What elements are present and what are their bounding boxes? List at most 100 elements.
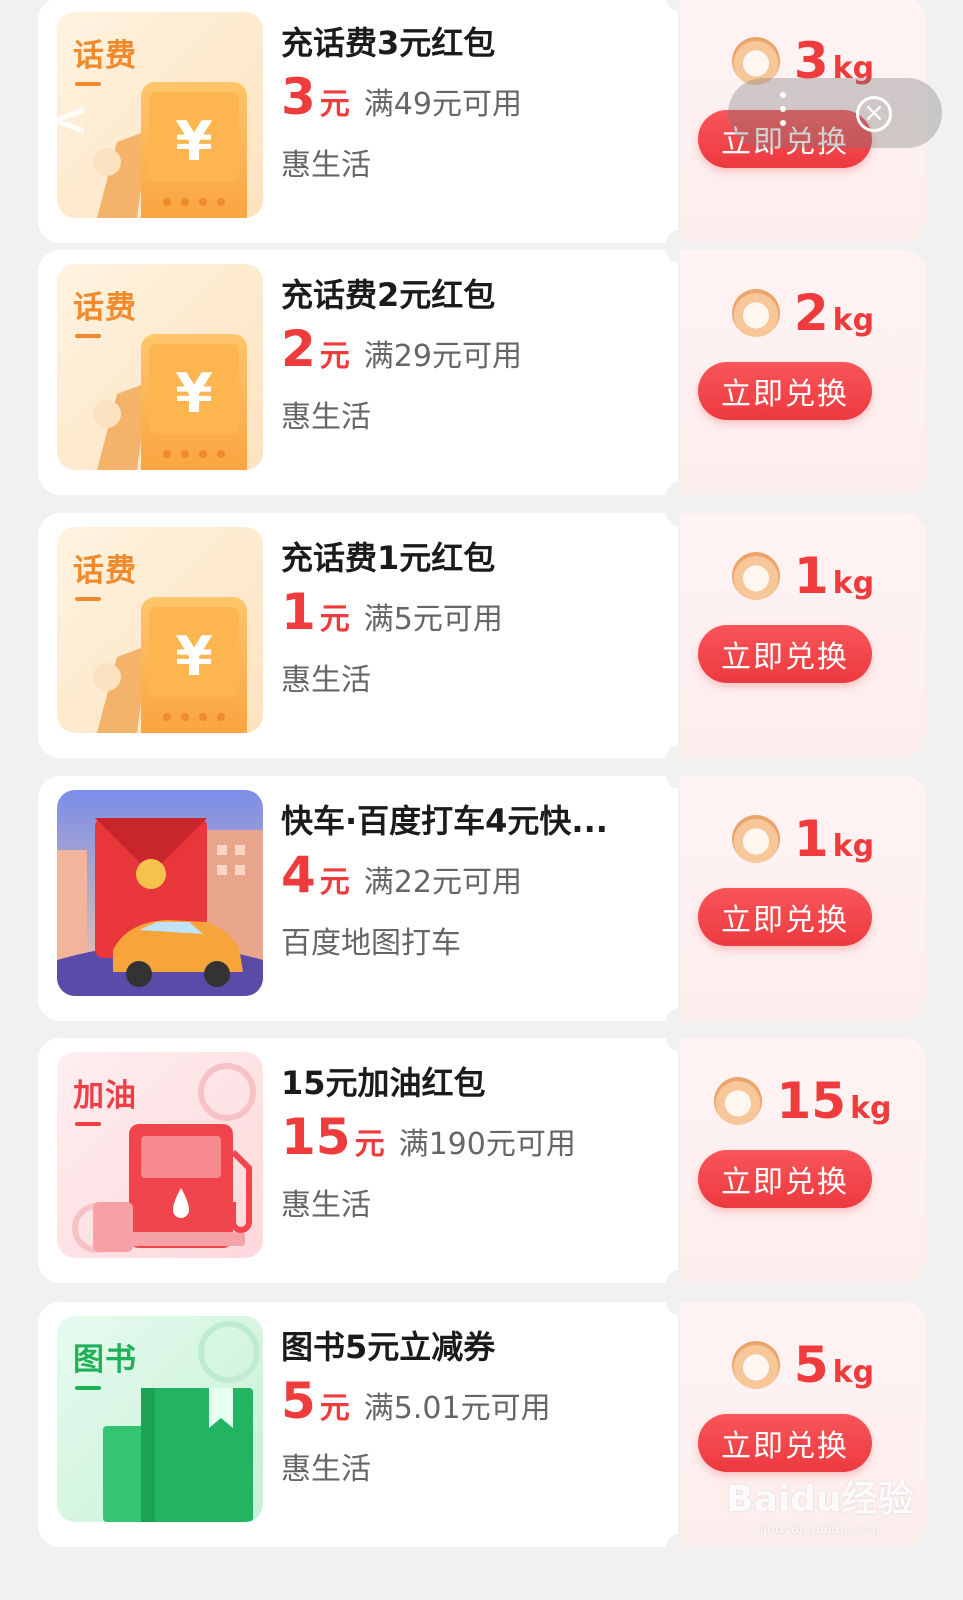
cost-amount: 1	[793, 547, 829, 605]
price-row: 4 元满22元可用	[281, 846, 522, 904]
cost-unit: kg	[832, 1354, 875, 1390]
card-info-panel: 图书 图书5元立减券 5 元满5.01元可用 惠生活	[38, 1302, 678, 1547]
coupon-amount-unit: 元	[319, 602, 350, 637]
price-row: 15 元满190元可用	[281, 1108, 576, 1166]
coupon-thumbnail: 图书	[57, 1316, 263, 1522]
usage-condition: 满22元可用	[363, 865, 522, 900]
watermark-logo: Baidu经验	[726, 1479, 914, 1520]
energy-coin-icon	[731, 552, 780, 600]
close-circle-icon[interactable]: ×	[856, 96, 892, 132]
card-info-panel: ¥ 话费 充话费2元红包 2 元满29元可用 惠生活	[38, 250, 678, 495]
redeem-button[interactable]: 立即兑换	[698, 362, 872, 420]
card-redeem-panel: 15 kg 立即兑换	[680, 1038, 926, 1283]
card-redeem-panel: 1 kg 立即兑换	[680, 776, 926, 1021]
mini-program-capsule: ×	[728, 78, 942, 148]
usage-condition: 满5元可用	[363, 602, 503, 637]
card-info-panel: 快车·百度打车4元快... 4 元满22元可用 百度地图打车	[38, 776, 678, 1021]
energy-coin-icon	[731, 1341, 780, 1389]
reward-card[interactable]: 加油 15元加油红包 15 元满190元可用 惠生活 15 kg 立即兑换	[38, 1025, 926, 1296]
cost-unit: kg	[832, 302, 875, 338]
price-row: 2 元满29元可用	[281, 320, 522, 378]
thumb-label-underline	[75, 334, 101, 338]
coupon-amount-unit: 元	[354, 1127, 385, 1162]
svg-text:¥: ¥	[175, 110, 213, 173]
merchant-name: 百度地图打车	[281, 926, 461, 961]
price-row: 1 元满5元可用	[281, 583, 503, 641]
coupon-thumbnail: 加油	[57, 1052, 263, 1258]
watermark: Baidu经验 jingyan.baidu.com	[726, 1470, 913, 1537]
cost-unit: kg	[832, 565, 875, 601]
reward-card[interactable]: 快车·百度打车4元快... 4 元满22元可用 百度地图打车 1 kg 立即兑换	[38, 763, 926, 1034]
merchant-name: 惠生活	[281, 400, 371, 435]
price-row: 5 元满5.01元可用	[281, 1372, 551, 1430]
cost-amount: 15	[776, 1072, 847, 1130]
merchant-name: 惠生活	[281, 1452, 371, 1487]
reward-card[interactable]: ¥ 话费 充话费1元红包 1 元满5元可用 惠生活 1 kg 立即兑换	[38, 500, 926, 771]
coupon-amount-unit: 元	[319, 865, 350, 900]
more-dot	[780, 106, 786, 112]
card-info-panel: ¥ 话费 充话费1元红包 1 元满5元可用 惠生活	[38, 513, 678, 758]
coupon-amount-unit: 元	[319, 87, 350, 122]
reward-card[interactable]: ¥ 话费 充话费2元红包 2 元满29元可用 惠生活 2 kg 立即兑换	[38, 237, 926, 508]
card-info-panel: ¥ 话费 充话费3元红包 3 元满49元可用 惠生活	[38, 0, 678, 243]
price-row: 3 元满49元可用	[281, 68, 522, 126]
coupon-title: 充话费1元红包	[281, 539, 496, 577]
coupon-thumbnail: ¥ 话费	[57, 264, 263, 470]
watermark-url: jingyan.baidu.com	[759, 1522, 880, 1537]
coupon-title: 充话费3元红包	[281, 24, 496, 62]
coupon-title: 充话费2元红包	[281, 276, 496, 314]
usage-condition: 满5.01元可用	[363, 1391, 551, 1426]
cost-row: 15 kg	[680, 1066, 926, 1136]
chevron-left-icon[interactable]: <	[50, 92, 89, 146]
energy-coin-icon	[731, 289, 780, 337]
redeem-button[interactable]: 立即兑换	[698, 1150, 872, 1208]
coupon-thumbnail: ¥ 话费	[57, 527, 263, 733]
cost-row: 2 kg	[680, 278, 926, 348]
thumb-category-label: 话费	[73, 290, 137, 326]
thumb-label-underline	[75, 597, 101, 601]
thumb-category-label: 加油	[73, 1078, 137, 1114]
svg-text:¥: ¥	[175, 362, 213, 425]
card-redeem-panel: 1 kg 立即兑换	[680, 513, 926, 758]
cost-row: 1 kg	[680, 804, 926, 874]
card-redeem-panel: 2 kg 立即兑换	[680, 250, 926, 495]
cost-amount: 2	[793, 284, 829, 342]
taxi-illustration	[57, 790, 263, 996]
redeem-button[interactable]: 立即兑换	[698, 625, 872, 683]
more-dot	[780, 120, 786, 126]
merchant-name: 惠生活	[281, 663, 371, 698]
thumb-category-label: 话费	[73, 38, 137, 74]
cost-amount: 5	[793, 1336, 829, 1394]
cost-unit: kg	[832, 828, 875, 864]
thumb-category-label: 图书	[73, 1342, 137, 1378]
reward-list: ¥ 话费 充话费3元红包 3 元满49元可用 惠生活 3 kg 立即兑换 ¥ 话…	[0, 0, 963, 1600]
redeem-button[interactable]: 立即兑换	[698, 1414, 872, 1472]
coupon-title: 15元加油红包	[281, 1064, 486, 1102]
more-dots-icon[interactable]	[780, 92, 786, 98]
coupon-amount-unit: 元	[319, 339, 350, 374]
cost-row: 1 kg	[680, 541, 926, 611]
energy-coin-icon	[714, 1077, 763, 1125]
coupon-amount: 5	[281, 1372, 316, 1430]
coupon-amount: 1	[281, 583, 316, 641]
merchant-name: 惠生活	[281, 1188, 371, 1223]
thumb-label-underline	[75, 82, 101, 86]
coupon-thumbnail	[57, 790, 263, 996]
cost-unit: kg	[850, 1090, 892, 1126]
coupon-title: 快车·百度打车4元快...	[281, 802, 608, 840]
redeem-button[interactable]: 立即兑换	[698, 888, 872, 946]
coupon-title: 图书5元立减券	[281, 1328, 496, 1366]
cost-amount: 1	[793, 810, 829, 868]
coupon-amount: 2	[281, 320, 316, 378]
usage-condition: 满49元可用	[363, 87, 522, 122]
coupon-amount-unit: 元	[319, 1391, 350, 1426]
svg-text:¥: ¥	[175, 625, 213, 688]
usage-condition: 满190元可用	[398, 1127, 576, 1162]
energy-coin-icon	[731, 815, 780, 863]
thumb-category-label: 话费	[73, 553, 137, 589]
thumb-label-underline	[75, 1122, 101, 1126]
card-info-panel: 加油 15元加油红包 15 元满190元可用 惠生活	[38, 1038, 678, 1283]
thumb-label-underline	[75, 1386, 101, 1390]
cost-row: 5 kg	[680, 1330, 926, 1400]
coupon-amount: 4	[281, 846, 316, 904]
